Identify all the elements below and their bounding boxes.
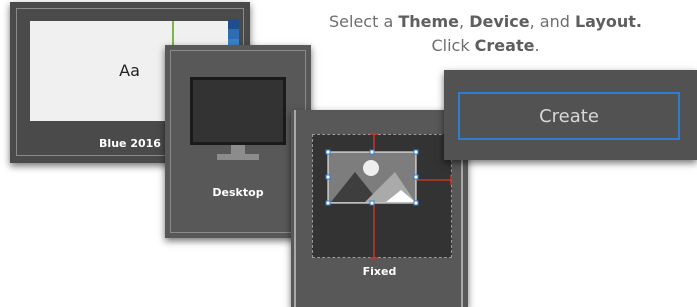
instructions-line-1: Select a Theme, Device, and Layout. <box>283 10 688 34</box>
device-card[interactable]: Desktop <box>165 45 311 238</box>
theme-swatch <box>228 29 239 39</box>
image-icon <box>325 133 452 259</box>
instructions-text-segment: , and <box>529 12 575 31</box>
theme-swatch <box>228 19 239 29</box>
monitor-base <box>217 154 259 160</box>
create-panel: Create <box>444 70 697 160</box>
instructions-text-segment: , <box>459 12 470 31</box>
create-keyword: Create <box>474 36 535 55</box>
instructions-text-segment: . <box>534 36 540 55</box>
create-button[interactable]: Create <box>458 92 680 140</box>
instructions-text-segment: Click <box>431 36 475 55</box>
layout-name-label: Fixed <box>362 265 397 278</box>
layout-card[interactable]: Fixed <box>291 110 468 307</box>
device-name-label: Desktop <box>212 186 264 199</box>
theme-accent-bar <box>172 21 174 47</box>
theme-keyword: Theme <box>398 12 460 31</box>
device-keyword: Device <box>469 12 530 31</box>
layout-keyword: Layout. <box>574 12 642 31</box>
instructions-text: Select a Theme, Device, and Layout. Clic… <box>283 10 688 58</box>
instructions-text-segment: Select a <box>329 12 399 31</box>
monitor-screen <box>190 77 286 145</box>
instructions-line-2: Click Create. <box>283 34 688 58</box>
